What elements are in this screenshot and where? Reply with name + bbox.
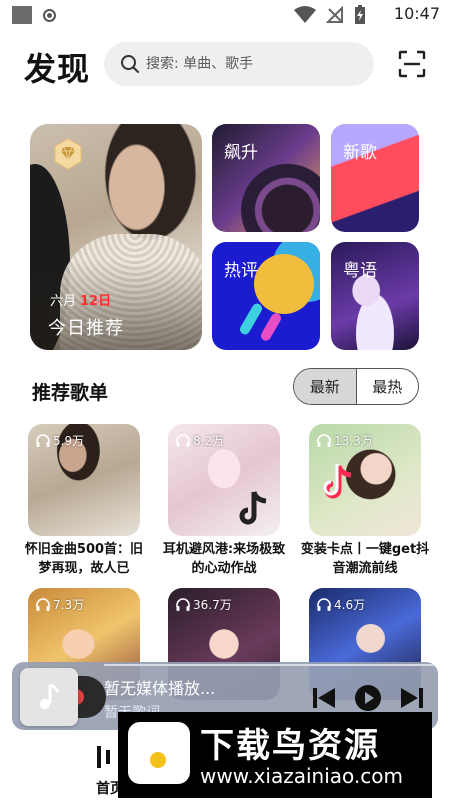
play-count: 8.2万 [176, 432, 224, 449]
daily-recommend-card[interactable]: 六月 12日 今日推荐 [30, 124, 202, 350]
tiktok-icon [239, 491, 267, 525]
playlist-card[interactable]: 5.9万 怀旧金曲500首：旧梦再现，故人已 [25, 424, 143, 578]
playlist-title: 耳机避风港:来场极致的心动作战 [162, 542, 286, 576]
home-icon[interactable] [90, 740, 120, 772]
watermark: 下载鸟资源 www.xiazainiao.com [118, 712, 432, 798]
playlist-title: 怀旧金曲500首：旧梦再现，故人已 [24, 542, 144, 576]
section-title: 推荐歌单 [32, 382, 109, 404]
playlist-title: 变装卡点丨一键get抖音潮流前线 [300, 542, 430, 576]
hero-date: 六月 12日 [50, 290, 111, 309]
tile-label: 飙升 [224, 143, 258, 163]
headphones-icon [317, 598, 331, 611]
headphones-icon [36, 598, 50, 611]
tab-newest[interactable]: 最新 [294, 369, 357, 404]
hero-month: 六月 [50, 294, 77, 309]
headphones-icon [176, 434, 190, 447]
notification-icon [12, 6, 32, 24]
hero-title: 今日推荐 [48, 318, 124, 339]
player-title: 暂无媒体播放... [104, 679, 216, 698]
search-icon [121, 55, 139, 73]
play-count: 7.3万 [36, 596, 84, 613]
signal-off-icon [326, 6, 343, 23]
tile-label: 热评 [224, 261, 258, 281]
play-count: 5.9万 [36, 432, 84, 449]
tile-rising[interactable]: 飙升 [212, 124, 320, 232]
watermark-title: 下载鸟资源 [200, 726, 380, 766]
battery-charging-icon [355, 5, 365, 24]
headphones-icon [317, 434, 331, 447]
header: 发现 [0, 42, 450, 88]
playlist-card[interactable]: 8.2万 耳机避风港:来场极致的心动作战 [163, 424, 285, 578]
clock: 10:47 [393, 4, 440, 23]
tile-label: 新歌 [343, 143, 377, 163]
scan-icon[interactable] [398, 50, 426, 78]
status-icons [294, 5, 366, 25]
previous-icon[interactable] [312, 687, 336, 709]
album-art[interactable] [20, 668, 78, 726]
diamond-icon [54, 138, 82, 170]
watermark-url: www.xiazainiao.com [200, 764, 403, 788]
tile-label: 粤语 [343, 261, 377, 281]
search-bar[interactable] [104, 42, 374, 86]
playlist-cover: 8.2万 [168, 424, 280, 536]
search-input[interactable] [146, 42, 356, 86]
sort-toggle: 最新 最热 [293, 368, 419, 405]
status-bar: 10:47 [0, 0, 450, 30]
play-count: 13.3万 [317, 432, 373, 449]
tile-hot-comments[interactable]: 热评 [212, 242, 320, 350]
play-count: 36.7万 [176, 596, 232, 613]
playlist-cover: 5.9万 [28, 424, 140, 536]
tab-hottest[interactable]: 最热 [357, 369, 419, 404]
progress-bar [104, 664, 434, 666]
music-note-icon [40, 683, 60, 709]
tile-cantonese[interactable]: 粤语 [331, 242, 419, 350]
player-controls [312, 684, 424, 712]
play-count: 4.6万 [317, 596, 365, 613]
headphones-icon [36, 434, 50, 447]
page-title: 发现 [24, 50, 91, 88]
bird-logo-icon [128, 722, 190, 784]
tile-new-songs[interactable]: 新歌 [331, 124, 419, 232]
tiktok-icon [323, 464, 352, 499]
playlist-cover: 13.3万 [309, 424, 421, 536]
play-icon[interactable] [354, 684, 382, 712]
hero-day: 12日 [80, 294, 112, 309]
next-icon[interactable] [400, 687, 424, 709]
playlist-card[interactable]: 13.3万 变装卡点丨一键get抖音潮流前线 [301, 424, 429, 578]
headphones-icon [176, 598, 190, 611]
wifi-icon [294, 6, 316, 23]
record-icon [43, 9, 56, 22]
